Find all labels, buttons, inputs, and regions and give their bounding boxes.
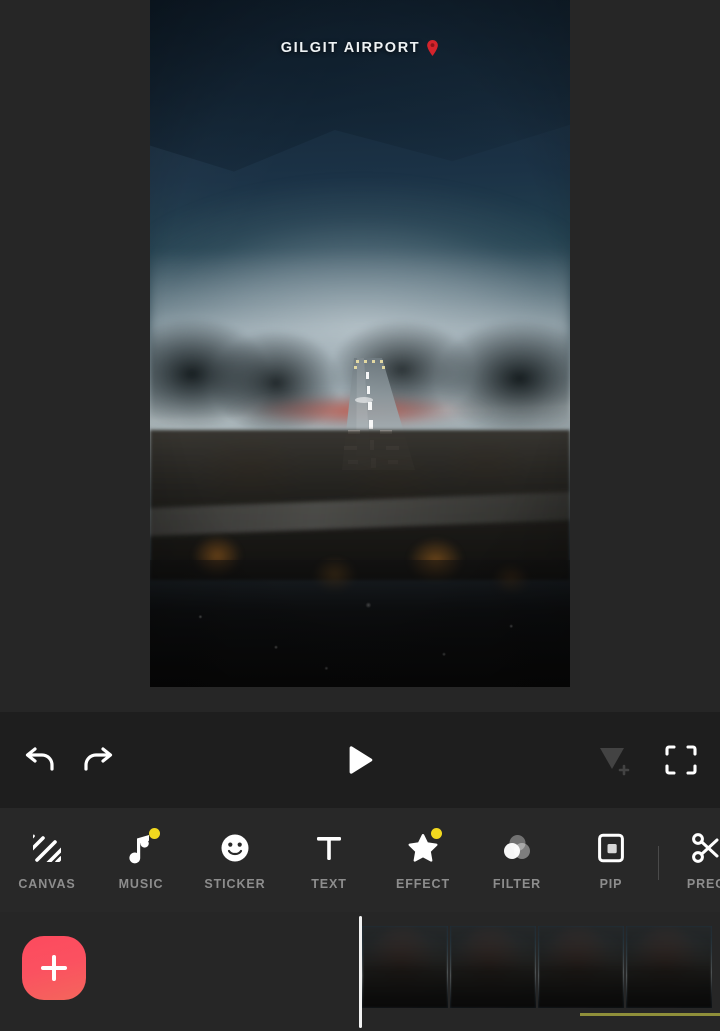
play-icon <box>349 746 373 774</box>
tool-label: EFFECT <box>395 877 450 891</box>
music-badge-dot <box>149 828 160 839</box>
scissors-precut-icon <box>688 830 720 866</box>
clip-thumbnail[interactable] <box>538 926 624 1008</box>
clip-thumbnail[interactable] <box>362 926 448 1008</box>
tool-pip[interactable]: PIP <box>564 808 658 891</box>
star-effect-icon <box>405 828 442 866</box>
plus-icon-vertical <box>52 955 56 981</box>
add-media-button[interactable] <box>22 936 86 1000</box>
redo-icon <box>84 747 113 771</box>
video-editor-app: GILGIT AIRPORT CANVAS MUSIC STICKER TEXT… <box>0 0 720 1031</box>
add-keyframe-icon <box>600 748 630 776</box>
audio-track-bar[interactable] <box>580 1013 720 1016</box>
tool-label: CANVAS <box>18 877 76 891</box>
tool-filter[interactable]: FILTER <box>470 808 564 891</box>
scene-vignette <box>150 0 570 687</box>
video-preview[interactable]: GILGIT AIRPORT <box>150 0 570 687</box>
clip-thumbnail[interactable] <box>450 926 536 1008</box>
redo-button[interactable] <box>80 745 118 775</box>
editing-toolbar: CANVAS MUSIC STICKER TEXT EFFECT FILTER … <box>0 808 720 912</box>
timeline-panel <box>0 912 720 1031</box>
undo-button[interactable] <box>20 745 58 775</box>
add-keyframe-button[interactable] <box>596 743 632 777</box>
fullscreen-icon <box>665 745 697 775</box>
tool-music[interactable]: MUSIC <box>94 808 188 891</box>
picture-in-picture-icon <box>593 830 629 866</box>
playback-right-group <box>596 743 698 777</box>
undo-icon <box>25 747 54 771</box>
playback-center-group <box>339 739 381 781</box>
tool-text[interactable]: TEXT <box>282 808 376 891</box>
effect-badge-dot <box>431 828 442 839</box>
playback-left-group <box>0 745 118 775</box>
tool-label: PIP <box>599 877 623 891</box>
timeline-playhead[interactable] <box>359 916 362 1028</box>
smiley-sticker-icon <box>217 830 253 866</box>
clip-thumbnail[interactable] <box>626 926 712 1008</box>
tool-canvas[interactable]: CANVAS <box>0 808 94 891</box>
tool-label: TEXT <box>311 877 347 891</box>
tool-sticker[interactable]: STICKER <box>188 808 282 891</box>
preview-stage: GILGIT AIRPORT <box>0 0 720 712</box>
canvas-hatch-icon <box>29 830 65 866</box>
tool-precut[interactable]: PREC <box>659 808 720 891</box>
fullscreen-button[interactable] <box>664 744 698 776</box>
tool-label: STICKER <box>204 877 266 891</box>
tool-label: FILTER <box>492 877 542 891</box>
tool-effect[interactable]: EFFECT <box>376 808 470 891</box>
playback-bar <box>0 712 720 808</box>
music-note-icon <box>123 828 160 866</box>
tool-label: MUSIC <box>118 877 164 891</box>
tool-label: PREC <box>686 877 720 891</box>
filter-circles-icon <box>499 830 535 866</box>
video-clip-track[interactable] <box>362 926 720 1008</box>
text-t-icon <box>311 830 347 866</box>
play-button[interactable] <box>339 739 381 781</box>
